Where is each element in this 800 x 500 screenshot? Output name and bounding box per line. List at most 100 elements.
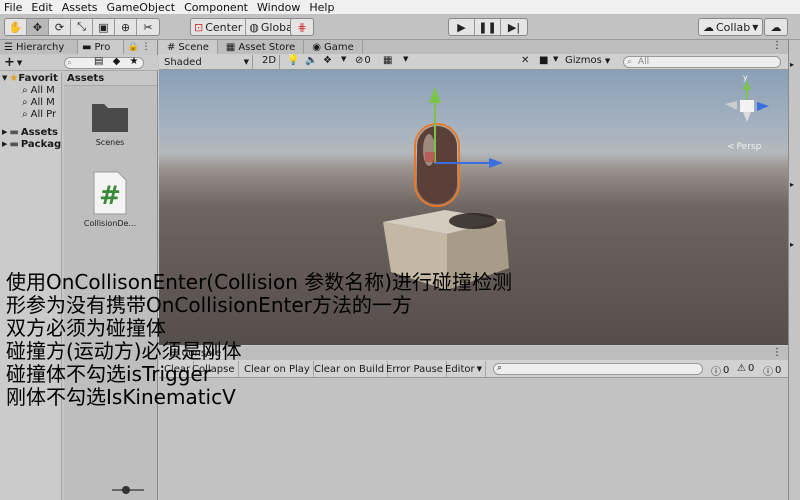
pivot-center-button[interactable]: ⊡ Center [191, 19, 247, 35]
tree-assets-root[interactable]: ▶ ▬ Assets [0, 126, 61, 138]
collapse-button[interactable]: Collapse [189, 361, 239, 377]
asset-collision-script[interactable]: # CollisionDe... [80, 170, 140, 228]
chevron-down-icon[interactable]: ▼ [403, 55, 408, 63]
draw-mode-dropdown[interactable]: Shaded ▼ [161, 55, 253, 69]
add-chevron-icon: ▼ [16, 58, 23, 67]
folder-icon: ▬ [9, 138, 19, 150]
menu-gameobject[interactable]: GameObject [107, 1, 176, 14]
search-icon: ⌕ [22, 108, 28, 120]
pivot-toggles: ⊡ Center ◍ Global [190, 18, 300, 36]
menu-file[interactable]: File [4, 1, 22, 14]
icon-size-slider-knob[interactable] [122, 486, 130, 494]
editor-dropdown[interactable]: Editor ▼ [442, 361, 486, 377]
gizmo-y-label: y [743, 73, 748, 82]
menu-assets[interactable]: Assets [62, 1, 98, 14]
scene-search-input[interactable]: ⌕ All [623, 56, 781, 68]
menu-component[interactable]: Component [184, 1, 248, 14]
favorites-root[interactable]: ▼ ★ Favorit [0, 72, 61, 84]
menu-help[interactable]: Help [309, 1, 334, 14]
asset-scenes-folder[interactable]: Scenes [80, 98, 140, 147]
rotate-tool-icon[interactable]: ⟳ [49, 19, 71, 35]
tab-game[interactable]: ◉ Game [304, 40, 363, 54]
panel-toggle-icon[interactable]: ▸ [790, 180, 794, 189]
capsule-object[interactable] [414, 123, 460, 207]
gizmos-dropdown[interactable]: Gizmos ▼ [565, 55, 610, 66]
favorite-star-icon[interactable]: ★ [130, 56, 139, 67]
clear-on-play-button[interactable]: Clear on Play [241, 361, 314, 377]
tab-console[interactable]: ▤ Console [165, 347, 226, 359]
grid-snap-icon[interactable]: ⋕ [291, 19, 313, 35]
hand-tool-icon[interactable]: ✋ [5, 19, 27, 35]
warning-toggle[interactable]: ⚠ 0 [737, 363, 754, 374]
add-button[interactable]: + [4, 55, 15, 70]
tree-assets-label: Assets [20, 126, 59, 138]
error-pause-button[interactable]: Error Pause [383, 361, 447, 377]
effects-icon[interactable]: ❖ [323, 55, 332, 66]
filter-label-icon[interactable]: ◆ [113, 56, 121, 67]
menu-edit[interactable]: Edit [31, 1, 52, 14]
step-button[interactable]: ▶| [501, 19, 527, 35]
info-toggle[interactable]: ⓘ 0 [711, 363, 729, 378]
search-icon: ⌕ [67, 58, 73, 68]
transform-tool-icon[interactable]: ⊕ [115, 19, 137, 35]
tab-asset-store[interactable]: ▦ Asset Store [217, 40, 305, 54]
scene-viewport[interactable]: y < Persp [159, 70, 788, 345]
right-side-panel: ▸ ▸ ▸ [788, 40, 800, 500]
pause-button[interactable]: ❚❚ [475, 19, 501, 35]
play-button[interactable]: ▶ [449, 19, 475, 35]
console-icon: ▤ [169, 347, 179, 359]
editor-label: Editor [445, 363, 475, 375]
main-toolbar: ✋ ✥ ⟳ ⤡ ▣ ⊕ ✂ ⊡ Center ◍ Global ⋕ ▶ ❚❚ ▶… [0, 14, 800, 40]
tab-lock-icon[interactable]: 🔒 ⋮ [124, 42, 154, 52]
tree-packages-label: Packag [20, 138, 61, 150]
services-cloud-icon[interactable]: ☁ [765, 19, 787, 35]
tab-hierarchy[interactable]: ☰ Hierarchy [0, 40, 78, 54]
cloud-services: ☁ [764, 18, 788, 36]
favorite-item[interactable]: ⌕ All Pr [0, 108, 61, 120]
chevron-down-icon[interactable]: ▼ [341, 55, 346, 63]
move-tool-icon[interactable]: ✥ [27, 19, 49, 35]
scene-search-placeholder: All [638, 57, 650, 67]
tools-icon[interactable]: ✕ [521, 55, 529, 66]
chevron-down-icon[interactable]: ▼ [553, 55, 558, 63]
orientation-gizmo[interactable] [725, 80, 769, 122]
asset-label: CollisionDe... [83, 219, 137, 228]
scale-tool-icon[interactable]: ⤡ [71, 19, 93, 35]
audio-icon[interactable]: 🔈 [305, 55, 317, 66]
collab-dropdown[interactable]: ☁ Collab ▼ [698, 18, 764, 36]
panel-toggle-icon[interactable]: ▸ [790, 60, 794, 69]
panel-toggle-icon[interactable]: ▸ [790, 240, 794, 249]
error-count: 0 [775, 365, 782, 376]
favorite-item[interactable]: ⌕ All M [0, 96, 61, 108]
hidden-objects-toggle[interactable]: ⊘ 0 [355, 55, 371, 66]
collab-button[interactable]: ☁ Collab ▼ [699, 19, 762, 35]
filter-type-icon[interactable]: ▤ [94, 56, 103, 67]
clear-on-build-button[interactable]: Clear on Build [311, 361, 389, 377]
panel-menu-icon[interactable]: ⋮ [772, 347, 782, 358]
warning-count: 0 [747, 363, 755, 374]
panel-menu-icon[interactable]: ⋮ [772, 40, 788, 54]
console-log-area[interactable] [159, 378, 788, 500]
grid-icon: # [167, 41, 176, 53]
list-icon: ☰ [4, 41, 13, 53]
menu-window[interactable]: Window [257, 1, 300, 14]
persp-label: Persp [736, 142, 762, 152]
tab-scene[interactable]: # Scene [159, 40, 218, 54]
console-search-input[interactable]: ⌕ [493, 363, 703, 375]
persp-toggle[interactable]: < Persp [727, 142, 761, 152]
assets-breadcrumb: Assets [64, 72, 157, 86]
tree-packages-root[interactable]: ▶ ▬ Packag [0, 138, 61, 150]
csharp-script-icon: # [93, 171, 127, 215]
camera-icon[interactable]: ■ [539, 55, 548, 66]
transform-tools: ✋ ✥ ⟳ ⤡ ▣ ⊕ ✂ [4, 18, 160, 36]
cube-object[interactable] [383, 210, 509, 290]
mode-2d-button[interactable]: 2D [259, 55, 281, 69]
grid-toggle-icon[interactable]: ▦ [383, 55, 392, 66]
tab-asset-store-label: Asset Store [238, 41, 296, 53]
lighting-icon[interactable]: 💡 [287, 55, 299, 66]
tab-project[interactable]: ▬ Pro [78, 40, 124, 54]
error-toggle[interactable]: ⓘ 0 [763, 363, 781, 378]
custom-tool-icon[interactable]: ✂ [137, 19, 159, 35]
favorite-item[interactable]: ⌕ All M [0, 84, 61, 96]
rect-tool-icon[interactable]: ▣ [93, 19, 115, 35]
